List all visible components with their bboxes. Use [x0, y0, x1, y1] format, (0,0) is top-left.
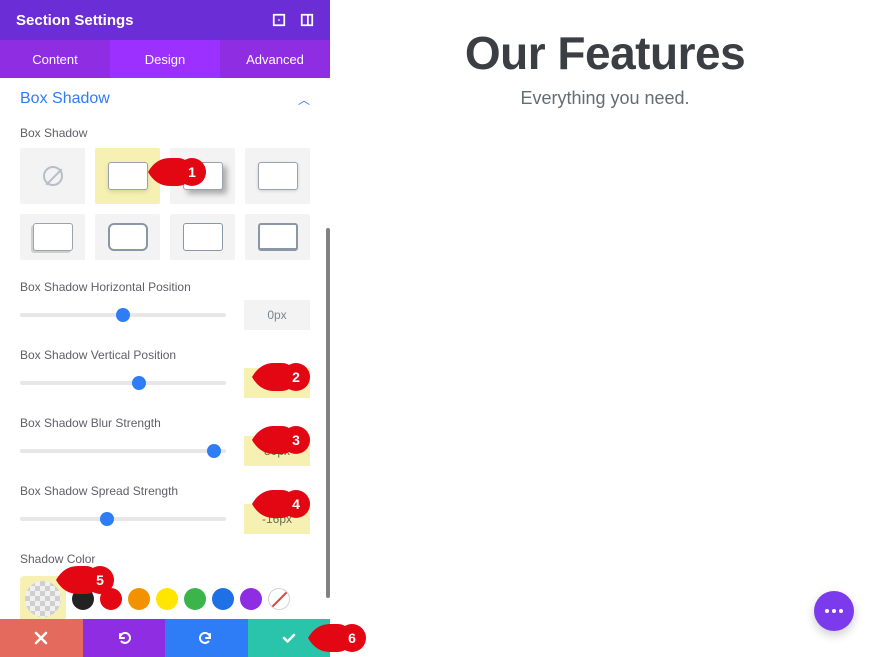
label-spread: Box Shadow Spread Strength [0, 474, 330, 504]
current-color-wrap [20, 576, 66, 619]
check-icon [281, 630, 297, 646]
value-blur[interactable]: 80px [244, 436, 310, 466]
expand-icon[interactable] [272, 13, 286, 27]
slider-knob[interactable] [207, 444, 221, 458]
label-h-pos: Box Shadow Horizontal Position [0, 270, 330, 300]
label-v-pos: Box Shadow Vertical Position [0, 338, 330, 368]
preset-6[interactable] [170, 214, 235, 260]
slider-h-pos: 0px [0, 300, 330, 338]
accordion-title: Box Shadow [20, 90, 110, 108]
preset-preview [258, 162, 298, 190]
slider-v-pos: 19px [0, 368, 330, 406]
slider-spread: -16px [0, 504, 330, 542]
tab-design[interactable]: Design [110, 40, 220, 78]
dock-icon[interactable] [300, 13, 314, 27]
header-icon-group [272, 13, 314, 27]
preset-none[interactable] [20, 148, 85, 204]
value-spread[interactable]: -16px [244, 504, 310, 534]
value-h-pos[interactable]: 0px [244, 300, 310, 330]
slider-track-v[interactable] [20, 373, 226, 393]
none-icon [43, 166, 63, 186]
preset-preview [258, 223, 298, 251]
swatch-black[interactable] [72, 588, 94, 610]
slider-knob[interactable] [116, 308, 130, 322]
preset-4[interactable] [20, 214, 85, 260]
preset-preview [183, 162, 223, 190]
label-box-shadow: Box Shadow [0, 116, 330, 146]
undo-button[interactable] [83, 619, 166, 657]
confirm-button[interactable] [248, 619, 331, 657]
label-color: Shadow Color [0, 542, 330, 572]
swatch-green[interactable] [184, 588, 206, 610]
settings-scroll: Box Shadow ︿ Box Shadow Box Shadow Horiz… [0, 78, 330, 619]
preset-3[interactable] [245, 148, 310, 204]
slider-track-blur[interactable] [20, 441, 226, 461]
close-icon [33, 630, 49, 646]
fab-button[interactable] [814, 591, 854, 631]
swatch-yellow[interactable] [156, 588, 178, 610]
slider-knob[interactable] [132, 376, 146, 390]
preview-title: Our Features [330, 26, 880, 80]
preset-5[interactable] [95, 214, 160, 260]
value-v-pos[interactable]: 19px [244, 368, 310, 398]
current-color-swatch[interactable] [25, 581, 61, 617]
undo-icon [116, 630, 132, 646]
swatch-red[interactable] [100, 588, 122, 610]
redo-icon [198, 630, 214, 646]
panel-tabs: Content Design Advanced [0, 40, 330, 78]
preset-1[interactable] [95, 148, 160, 204]
swatch-purple[interactable] [240, 588, 262, 610]
panel-title: Section Settings [16, 12, 134, 29]
preset-preview [108, 223, 148, 251]
label-blur: Box Shadow Blur Strength [0, 406, 330, 436]
action-bar [0, 619, 330, 657]
cancel-button[interactable] [0, 619, 83, 657]
shadow-preset-grid [0, 146, 330, 270]
chevron-up-icon: ︿ [298, 91, 310, 108]
panel-header: Section Settings [0, 0, 330, 40]
swatch-none[interactable] [268, 588, 290, 610]
redo-button[interactable] [165, 619, 248, 657]
preset-7[interactable] [245, 214, 310, 260]
tab-content[interactable]: Content [0, 40, 110, 78]
settings-panel: Section Settings Content Design Advanced… [0, 0, 330, 657]
swatch-orange[interactable] [128, 588, 150, 610]
tab-advanced[interactable]: Advanced [220, 40, 330, 78]
slider-track-h[interactable] [20, 305, 226, 325]
slider-track-spread[interactable] [20, 509, 226, 529]
preset-preview [33, 223, 73, 251]
preset-preview [108, 162, 148, 190]
page-preview: Our Features Everything you need. [330, 0, 880, 657]
preset-2[interactable] [170, 148, 235, 204]
preset-preview [183, 223, 223, 251]
slider-knob[interactable] [100, 512, 114, 526]
swatch-blue[interactable] [212, 588, 234, 610]
slider-blur: 80px [0, 436, 330, 474]
more-icon [825, 609, 843, 613]
color-swatches [0, 572, 330, 619]
preview-subtitle: Everything you need. [330, 88, 880, 109]
accordion-header[interactable]: Box Shadow ︿ [0, 78, 330, 116]
